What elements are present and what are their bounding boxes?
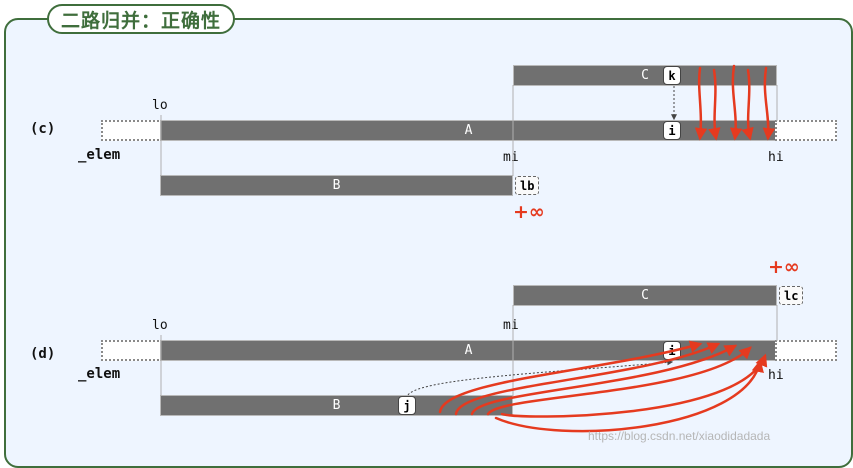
red-move-arrows-d [438, 340, 768, 433]
diagram-overlay [160, 64, 778, 433]
watermark: https://blog.csdn.net/xiaodidadada [588, 429, 771, 443]
red-copy-arrows-c [694, 64, 776, 141]
